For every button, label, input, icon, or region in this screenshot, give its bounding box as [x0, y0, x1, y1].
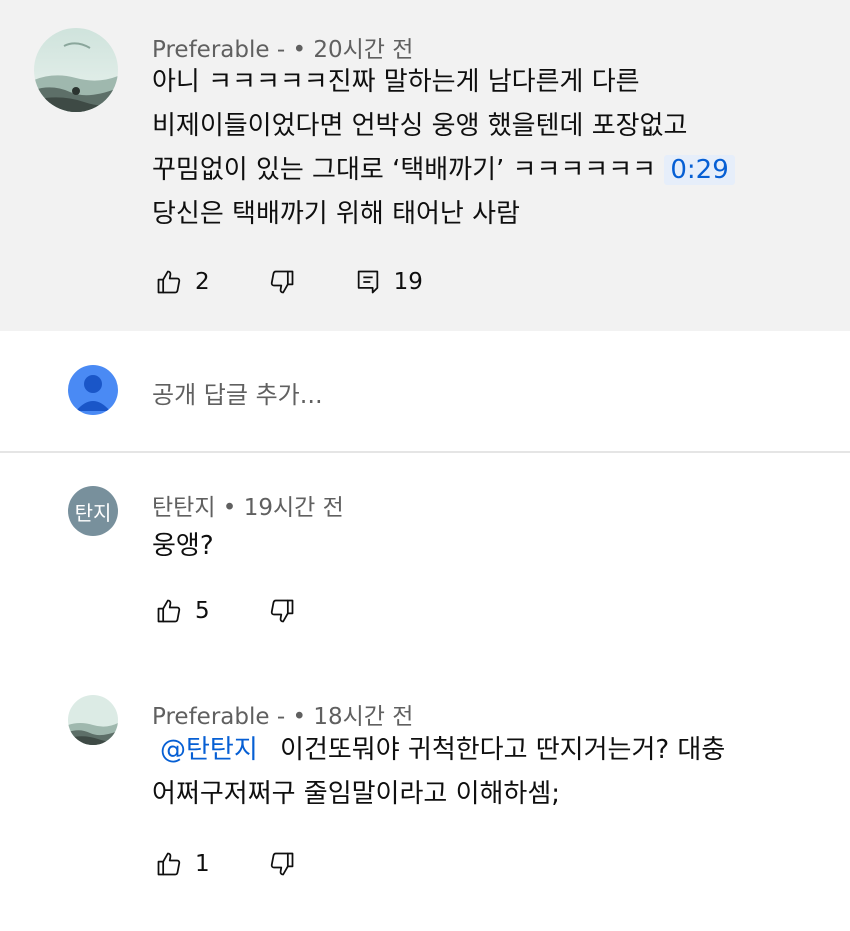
comment-time[interactable]: 19시간 전 [244, 495, 344, 521]
author-name[interactable]: Preferable - [152, 704, 285, 730]
reply-comment-icon [354, 268, 382, 296]
comment-line: 아니 ㅋㅋㅋㅋㅋ진짜 말하는게 남다른게 다른 [152, 67, 640, 97]
dislike-button[interactable] [268, 597, 296, 625]
like-count: 5 [195, 598, 210, 624]
author-avatar[interactable] [34, 28, 118, 112]
comment-line: 당신은 택배까기 위해 태어난 사람 [152, 199, 520, 229]
reply-count: 19 [393, 269, 423, 295]
thumbs-up-icon [155, 597, 183, 625]
like-button[interactable]: 5 [155, 597, 210, 625]
comment-line: 비제이들이었다면 언박싱 웅앵 했을텐데 포장없고 [152, 111, 688, 141]
comment-time[interactable]: 18시간 전 [313, 704, 413, 730]
dislike-button[interactable] [268, 268, 296, 296]
like-button[interactable]: 2 [155, 268, 210, 296]
like-button[interactable]: 1 [155, 850, 210, 878]
reply-author-avatar[interactable]: 탄지 [68, 486, 118, 536]
comment-thread: Preferable - • 20시간 전 아니 ㅋㅋㅋㅋㅋ진짜 말하는게 남다… [0, 0, 850, 931]
reply-meta: 탄탄지 • 19시간 전 [152, 488, 344, 522]
thumbs-up-icon [155, 268, 183, 296]
comment-line: 꾸밈없이 있는 그대로 ‘택배까기’ ㅋㅋㅋㅋㅋㅋ 0:29 [152, 148, 735, 192]
timestamp-link[interactable]: 0:29 [664, 155, 735, 185]
meta-separator: • [292, 704, 307, 730]
thumbs-down-icon [268, 268, 296, 296]
reply-input[interactable]: 공개 답글 추가... [152, 375, 323, 410]
reply-author-avatar[interactable] [68, 695, 118, 745]
thumbs-down-icon [268, 850, 296, 878]
reply-meta: Preferable - • 18시간 전 [152, 697, 413, 731]
comment-meta: Preferable - • 20시간 전 [152, 30, 413, 64]
thumbs-down-icon [268, 597, 296, 625]
top-comment: Preferable - • 20시간 전 아니 ㅋㅋㅋㅋㅋ진짜 말하는게 남다… [0, 0, 850, 331]
mention-link[interactable]: @탄탄지 [160, 735, 258, 765]
avatar-initials: 탄지 [74, 500, 112, 525]
author-name[interactable]: 탄탄지 [152, 495, 215, 521]
comment-text: 아니 ㅋㅋㅋㅋㅋ진짜 말하는게 남다른게 다른 비제이들이었다면 언박싱 웅앵 … [152, 60, 735, 236]
comment-line-text: 꾸밈없이 있는 그대로 ‘택배까기’ ㅋㅋㅋㅋㅋㅋ [152, 155, 657, 185]
replies-button[interactable]: 19 [354, 268, 423, 296]
reply-line: 어쩌구저쩌구 줄임말이라고 이해하셈; [152, 779, 561, 809]
like-count: 2 [195, 269, 210, 295]
thumbs-up-icon [155, 850, 183, 878]
reply-text: @탄탄지 이건또뭐야 귀척한다고 딴지거는거? 대충 어쩌구저쩌구 줄임말이라고… [152, 728, 725, 816]
dislike-button[interactable] [268, 850, 296, 878]
user-avatar-icon [68, 365, 118, 415]
add-reply-box: 공개 답글 추가... [0, 331, 850, 453]
reply-text: 웅앵? [152, 531, 214, 561]
comment-actions: 2 19 [155, 268, 481, 296]
like-count: 1 [195, 851, 210, 877]
meta-separator: • [222, 495, 237, 521]
reply-line-text: 이건또뭐야 귀척한다고 딴지거는거? 대충 [280, 735, 726, 765]
reply-actions: 1 [155, 850, 354, 878]
reply-actions: 5 [155, 597, 354, 625]
reply-line: @탄탄지 이건또뭐야 귀척한다고 딴지거는거? 대충 [152, 728, 725, 772]
